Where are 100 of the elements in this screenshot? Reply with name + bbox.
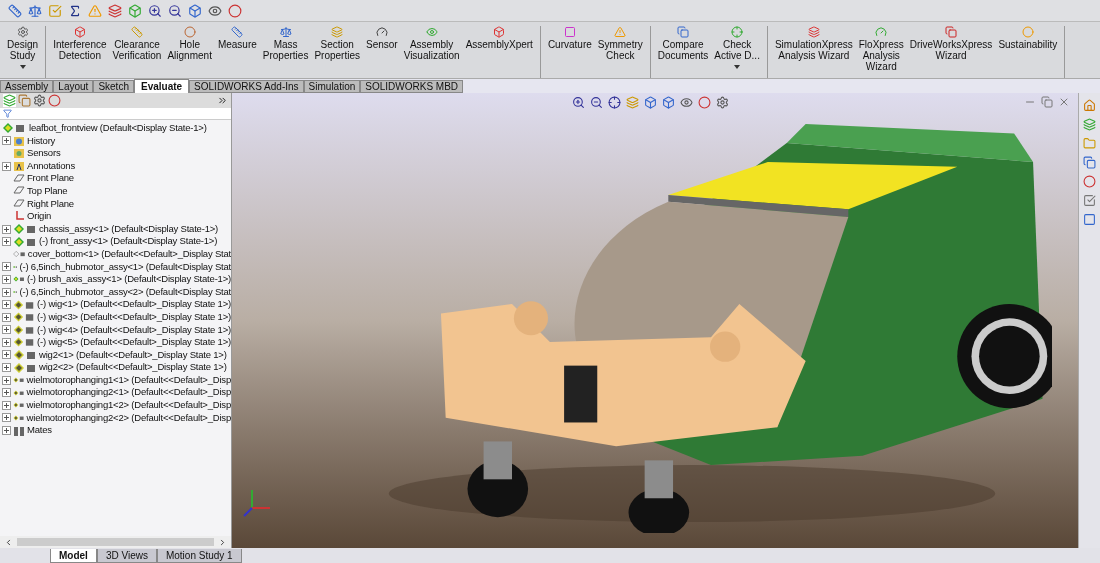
close-icon[interactable] [1058,96,1070,108]
command-tab[interactable]: SOLIDWORKS Add-Ins [189,80,304,93]
home-icon[interactable] [1083,99,1096,112]
appearance-tab-icon[interactable] [48,94,61,107]
expand-icon[interactable] [2,262,11,272]
ribbon-button[interactable]: Symmetry Check [594,26,646,78]
expand-icon[interactable] [2,400,11,410]
checkbox-icon[interactable] [1083,194,1096,207]
expand-icon[interactable] [2,237,11,247]
tree-item[interactable]: (-) wig<1> (Default<<Default>_Display State 1>) [37,298,231,311]
expand-icon[interactable] [2,375,11,385]
cube-icon[interactable] [188,3,202,18]
ribbon-button[interactable]: Interference Detection [50,26,110,78]
zoom-in-icon[interactable] [148,3,162,18]
tree-item[interactable]: wielmotorophanging1<1> (Default<<Default>_Disp [26,373,231,387]
tree-item[interactable]: wig2<1> (Default<<Default>_Display State 1>) [39,348,227,362]
expand-icon[interactable] [2,274,11,284]
sigma-icon[interactable] [68,3,82,18]
expand-icon[interactable] [2,325,11,335]
bottom-tab[interactable]: Model [50,549,97,563]
command-tab[interactable]: Sketch [93,80,134,93]
expand-icon[interactable] [2,337,11,347]
ribbon-button[interactable]: Hole Alignment [164,26,215,78]
bottom-tab[interactable]: 3D Views [96,549,157,563]
scroll-right-icon[interactable] [218,537,227,547]
ribbon-button[interactable]: SimulationXpress Analysis Wizard [771,26,856,78]
tree-item[interactable]: Origin [27,210,52,223]
tree-item[interactable]: wig2<2> (Default<<Default>_Display State 1>) [39,361,227,374]
tree-tab-icon[interactable] [3,94,16,107]
expand-icon[interactable] [2,300,11,310]
tree-item[interactable]: (-) brush_axis_assy<1> (Default<Display State-1>) [26,273,231,286]
expand-icon[interactable] [2,388,11,398]
tree-item[interactable]: Mates [27,424,52,437]
expand-icon[interactable] [2,413,11,423]
eye-icon[interactable] [208,3,222,18]
tree-item[interactable]: leafbot_frontview (Default<Display State-1>) [29,122,207,135]
tree-item[interactable]: wielmotorophanging2<2> (Default<<Default>_Disp [26,411,231,425]
square-icon[interactable] [1083,213,1096,226]
expand-icon[interactable] [2,363,11,373]
bottom-tab[interactable]: Motion Study 1 [156,549,242,563]
scale-icon[interactable] [28,3,42,18]
tree-item[interactable]: History [27,134,56,148]
ribbon-button[interactable]: Clearance Verification [109,26,165,78]
zoom-in-icon[interactable] [572,96,585,109]
tree-item[interactable]: Sensors [27,147,61,160]
tree-item[interactable]: Front Plane [27,172,74,185]
cube-icon[interactable] [644,96,657,109]
tree-item[interactable]: (-) wig<5> (Default<<Default>_Display State 1>) [37,336,231,349]
ribbon-button[interactable]: Section Properties [311,26,363,78]
expand-icon[interactable] [2,136,11,146]
command-tab[interactable]: Assembly [0,80,54,93]
documents-icon[interactable] [1083,156,1096,169]
ribbon-button[interactable]: Compare Documents [654,26,712,78]
ribbon-button[interactable]: Sustainability [995,26,1061,78]
tree-item[interactable]: Right Plane [27,197,74,211]
expand-panel-icon[interactable] [217,95,228,106]
zoom-out-icon[interactable] [590,96,603,109]
expand-icon[interactable] [2,287,11,297]
tree-item[interactable]: chassis_assy<1> (Default<Display State-1>) [39,222,219,236]
command-tab[interactable]: Simulation [303,80,361,93]
command-tab[interactable]: Evaluate [133,79,190,93]
tree-item[interactable]: wielmotorophanging1<2> (Default<<Default>_Disp [26,399,231,412]
tree-item[interactable]: Top Plane [27,184,68,198]
expand-icon[interactable] [2,350,11,360]
tree-item[interactable]: Annotations [27,159,75,173]
ribbon-button[interactable]: Check Active D... [711,26,763,78]
zoom-out-icon[interactable] [168,3,182,18]
expand-icon[interactable] [2,426,11,436]
tree-item[interactable]: (-) 6,5inch_hubmotor_assy<2> (Default<Display Stat [19,285,231,299]
command-tab[interactable]: Layout [53,80,94,93]
cube-icon[interactable] [662,96,675,109]
tree-item[interactable]: (-) wig<4> (Default<<Default>_Display State 1>) [37,323,231,337]
gear-icon[interactable] [716,96,729,109]
tree-item[interactable]: (-) wig<3> (Default<<Default>_Display State 1>) [37,310,231,324]
ribbon-button[interactable]: DriveWorksXpress Wizard [906,26,996,78]
tree-item[interactable]: cover_bottom<1> (Default<<Default>_Display Stat [27,247,231,261]
ribbon-button[interactable]: Assembly Visualization [400,26,463,78]
command-tab[interactable]: SOLIDWORKS MBD [360,80,464,93]
config-tab-icon[interactable] [33,94,46,107]
ribbon-button[interactable]: Design Study [4,26,42,78]
ribbon-button[interactable]: Curvature [544,26,595,78]
expand-icon[interactable] [2,224,11,234]
properties-tab-icon[interactable] [18,94,31,107]
tree-item[interactable]: (-) 6,5inch_hubmotor_assy<1> (Default<Display Stat [19,260,231,274]
crosshair-icon[interactable] [608,96,621,109]
checkbox-icon[interactable] [48,3,62,18]
eye-icon[interactable] [680,96,693,109]
tree-item[interactable]: (-) front_assy<1> (Default<Display State-1>) [39,235,218,248]
ribbon-button[interactable]: AssemblyXpert [462,26,536,78]
expand-icon[interactable] [2,161,11,171]
ribbon-button[interactable]: Measure [214,26,260,78]
ribbon-button[interactable]: Mass Properties [259,26,312,78]
expand-icon[interactable] [2,312,11,322]
scrollbar-thumb[interactable] [17,538,214,546]
filter-icon[interactable] [3,109,12,118]
layers-icon[interactable] [108,3,122,18]
ribbon-button[interactable]: FloXpress Analysis Wizard [855,26,907,78]
scroll-left-icon[interactable] [4,537,13,547]
ruler-icon[interactable] [8,3,22,18]
ribbon-button[interactable]: Sensor [362,26,401,78]
